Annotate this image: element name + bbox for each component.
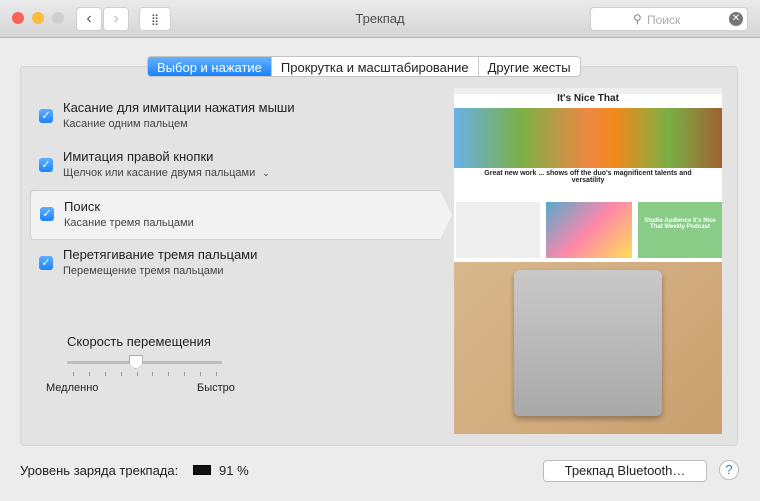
tab-more-gestures[interactable]: Другие жесты bbox=[479, 57, 580, 76]
slider-min-label: Медленно bbox=[46, 382, 99, 394]
option-subtitle: Касание тремя пальцами bbox=[64, 217, 194, 229]
search-icon: ⚲ bbox=[633, 12, 642, 26]
slider-tick bbox=[120, 372, 122, 376]
slider-tick bbox=[88, 372, 90, 376]
tab-bar: Выбор и нажатие Прокрутка и масштабирова… bbox=[147, 56, 581, 77]
option-tap-to-click[interactable]: ✓ Касание для имитации нажатия мыши Каса… bbox=[30, 97, 440, 147]
search-placeholder: Поиск bbox=[647, 13, 681, 27]
preview-site-title: It's Nice That bbox=[557, 93, 619, 104]
battery-icon bbox=[193, 465, 211, 475]
chevron-down-icon[interactable]: ⌄ bbox=[262, 168, 270, 178]
slider-tick bbox=[104, 372, 106, 376]
preview-watercolor-image bbox=[546, 202, 632, 258]
checkbox-tap-to-click[interactable]: ✓ bbox=[39, 109, 53, 123]
battery-value: 91 % bbox=[219, 463, 249, 478]
option-title: Поиск bbox=[64, 199, 101, 214]
option-title: Касание для имитации нажатия мыши bbox=[63, 100, 295, 115]
slider-ticks bbox=[73, 372, 217, 376]
slider-max-label: Быстро bbox=[197, 382, 235, 394]
slider-tick bbox=[216, 372, 217, 376]
option-look-up[interactable]: ✓ Поиск Касание тремя пальцами bbox=[30, 190, 452, 240]
tracking-speed-label: Скорость перемещения bbox=[67, 334, 211, 349]
option-subtitle: Перемещение тремя пальцами bbox=[63, 265, 224, 277]
slider-tick bbox=[136, 372, 138, 376]
trackpad-image bbox=[514, 270, 662, 416]
slider-tick bbox=[73, 372, 74, 376]
title-bar: ‹ › ⣿ Трекпад ⚲ Поиск ✕ bbox=[0, 0, 760, 38]
clear-search-icon[interactable]: ✕ bbox=[729, 12, 743, 26]
checkbox-secondary-click[interactable]: ✓ bbox=[39, 158, 53, 172]
option-three-finger-drag[interactable]: ✓ Перетягивание тремя пальцами Перемещен… bbox=[30, 244, 440, 294]
bluetooth-trackpad-button[interactable]: Трекпад Bluetooth… bbox=[543, 460, 707, 482]
gesture-preview: It's Nice That Great new work ... shows … bbox=[454, 88, 722, 434]
preview-podcast-tile: Studio Audience It's Nice That Weekly Po… bbox=[638, 202, 722, 258]
preview-headline: Great new work ... shows off the duo's m… bbox=[484, 170, 692, 184]
slider-tick bbox=[200, 372, 202, 376]
checkbox-look-up[interactable]: ✓ bbox=[40, 207, 54, 221]
option-subtitle-text: Щелчок или касание двумя пальцами bbox=[63, 167, 256, 179]
preview-flower-image bbox=[456, 202, 540, 258]
option-title: Имитация правой кнопки bbox=[63, 149, 214, 164]
battery-label: Уровень заряда трекпада: bbox=[20, 463, 179, 478]
checkbox-three-finger-drag[interactable]: ✓ bbox=[39, 256, 53, 270]
tab-scroll-zoom[interactable]: Прокрутка и масштабирование bbox=[272, 57, 479, 76]
preview-banner-art bbox=[454, 108, 722, 168]
help-button[interactable]: ? bbox=[719, 460, 739, 480]
tab-point-click[interactable]: Выбор и нажатие bbox=[148, 57, 272, 76]
option-title: Перетягивание тремя пальцами bbox=[63, 247, 258, 262]
search-input[interactable]: ⚲ Поиск ✕ bbox=[590, 7, 748, 31]
option-subtitle[interactable]: Щелчок или касание двумя пальцами ⌄ bbox=[63, 167, 270, 179]
slider-tick bbox=[184, 372, 186, 376]
option-subtitle: Касание одним пальцем bbox=[63, 118, 188, 130]
slider-tick bbox=[168, 372, 170, 376]
tracking-speed-slider[interactable] bbox=[67, 355, 222, 369]
slider-tick bbox=[152, 372, 154, 376]
option-secondary-click[interactable]: ✓ Имитация правой кнопки Щелчок или каса… bbox=[30, 146, 440, 196]
preview-wood-surface bbox=[454, 262, 722, 434]
